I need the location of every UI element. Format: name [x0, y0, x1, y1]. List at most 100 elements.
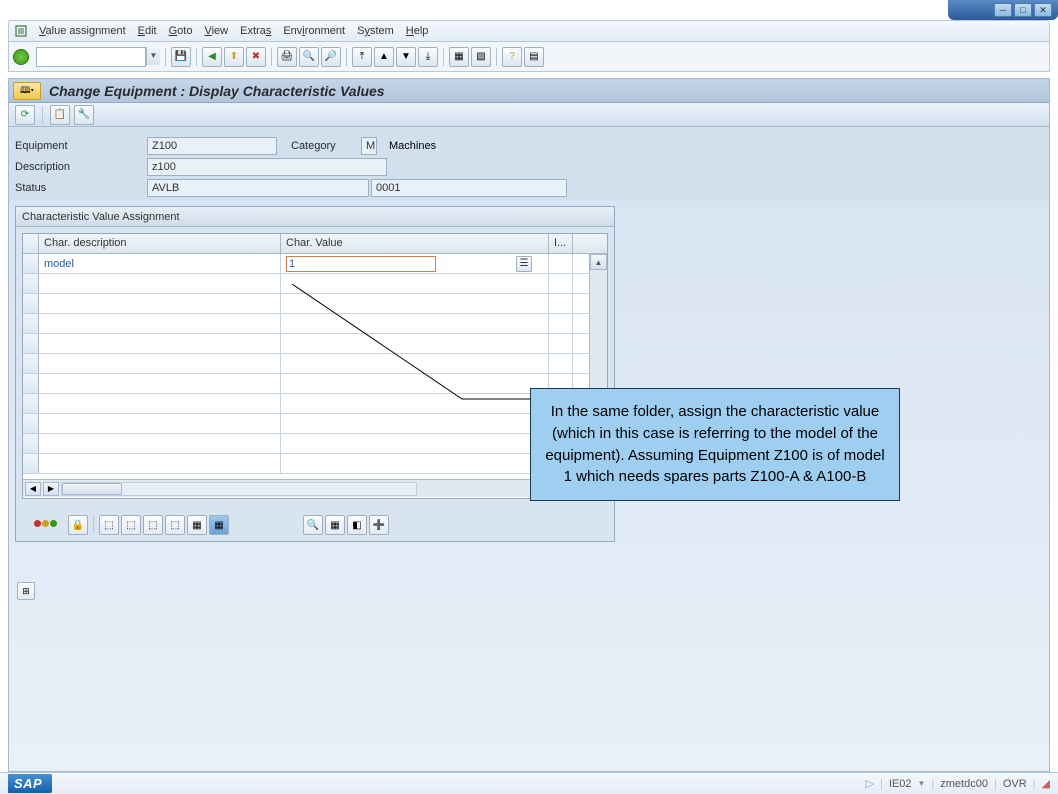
panel-button-row: 🔒 ⬚ ⬚ ⬚ ⬚ ▦ ▦ 🔍 ▦ ◧ ➕: [34, 515, 608, 535]
table-row[interactable]: [23, 394, 607, 414]
menu-help[interactable]: Help: [406, 25, 429, 37]
grid-body: model ☰: [23, 254, 607, 479]
lock-button[interactable]: 🔒: [68, 515, 88, 535]
find-button[interactable]: 🔍: [299, 47, 319, 67]
tcode-dropdown-icon[interactable]: ▼: [917, 779, 925, 788]
header-handle[interactable]: [23, 234, 39, 253]
status-system: zmetdc00: [940, 778, 988, 790]
panel-btn-2[interactable]: ⬚: [121, 515, 141, 535]
table-row[interactable]: [23, 374, 607, 394]
menu-value-assignment[interactable]: Value assignment: [39, 25, 126, 37]
find-next-button[interactable]: 🔎: [321, 47, 341, 67]
cancel-button[interactable]: ✖: [246, 47, 266, 67]
next-page-button[interactable]: ▼: [396, 47, 416, 67]
menu-view[interactable]: View: [204, 25, 228, 37]
screen-toolbar-btn-1[interactable]: 📋: [50, 105, 70, 125]
label-description: Description: [15, 161, 147, 173]
create-session-button[interactable]: ▦: [449, 47, 469, 67]
sap-window: ─ □ ✕ Value assignment Edit Goto View Ex…: [0, 0, 1058, 794]
table-row[interactable]: [23, 274, 607, 294]
status-tcode: IE02: [889, 778, 912, 790]
char-value-panel: Characteristic Value Assignment Char. de…: [15, 206, 615, 542]
table-row[interactable]: [23, 354, 607, 374]
panel-btn-1[interactable]: ⬚: [99, 515, 119, 535]
row-handle[interactable]: [23, 254, 39, 273]
panel-btn-7[interactable]: 🔍: [303, 515, 323, 535]
command-field[interactable]: [36, 47, 146, 67]
window-close-button[interactable]: ✕: [1034, 3, 1052, 17]
screen-title-icon[interactable]: 🕮▾: [13, 82, 41, 100]
generate-shortcut-button[interactable]: ▧: [471, 47, 491, 67]
panel-btn-9[interactable]: ◧: [347, 515, 367, 535]
panel-btn-8[interactable]: ▦: [325, 515, 345, 535]
h-scroll-track-left[interactable]: [61, 482, 417, 496]
first-page-button[interactable]: ⤒: [352, 47, 372, 67]
header-form: Equipment Z100 Category M Machines Descr…: [9, 127, 1049, 200]
prev-page-button[interactable]: ▲: [374, 47, 394, 67]
table-row[interactable]: [23, 414, 607, 434]
back-button[interactable]: ◀: [202, 47, 222, 67]
menu-icon[interactable]: [15, 25, 27, 37]
window-titlebar: ─ □ ✕: [948, 0, 1058, 20]
statusbar: SAP ▷ | IE02 ▼ | zmetdc00 | OVR | ◢: [0, 772, 1058, 794]
col-i[interactable]: I...: [549, 234, 573, 253]
screen-toolbar-btn-2[interactable]: 🔧: [74, 105, 94, 125]
col-char-desc[interactable]: Char. description: [39, 234, 281, 253]
save-button[interactable]: 💾: [171, 47, 191, 67]
char-grid: Char. description Char. Value I... model…: [22, 233, 608, 499]
menu-extras[interactable]: Extras: [240, 25, 271, 37]
screen-title: Change Equipment : Display Characteristi…: [49, 83, 385, 99]
help-button[interactable]: ?: [502, 47, 522, 67]
last-page-button[interactable]: ⤓: [418, 47, 438, 67]
menubar: Value assignment Edit Goto View Extras E…: [8, 20, 1050, 42]
menu-environment[interactable]: Environment: [283, 25, 345, 37]
panel-btn-4[interactable]: ⬚: [165, 515, 185, 535]
menu-goto[interactable]: Goto: [169, 25, 193, 37]
menu-system[interactable]: System: [357, 25, 394, 37]
grid-header: Char. description Char. Value I...: [23, 234, 607, 254]
scroll-up-button[interactable]: ▲: [590, 254, 607, 270]
table-row[interactable]: [23, 314, 607, 334]
row-status: Status AVLB 0001: [15, 177, 1043, 198]
refresh-button[interactable]: ⟳: [15, 105, 35, 125]
menu-edit[interactable]: Edit: [138, 25, 157, 37]
label-category: Category: [291, 140, 361, 152]
table-row[interactable]: [23, 294, 607, 314]
window-maximize-button[interactable]: □: [1014, 3, 1032, 17]
field-category[interactable]: M: [361, 137, 377, 155]
expand-button[interactable]: ⊞: [17, 582, 35, 600]
table-row[interactable]: [23, 434, 607, 454]
exit-button[interactable]: ⬆: [224, 47, 244, 67]
status-separator-icon[interactable]: ▷: [866, 777, 874, 790]
application-toolbar: ⟳ 📋 🔧: [9, 103, 1049, 127]
status-right: ▷ | IE02 ▼ | zmetdc00 | OVR | ◢: [866, 777, 1050, 790]
traffic-light-icon: [34, 515, 62, 531]
enter-icon[interactable]: [13, 49, 29, 65]
text-category: Machines: [389, 140, 436, 152]
command-dropdown[interactable]: ▼: [146, 47, 160, 65]
print-button[interactable]: 🖨: [277, 47, 297, 67]
scroll-left2-button[interactable]: ▶: [43, 482, 59, 496]
table-row[interactable]: model ☰: [23, 254, 607, 274]
standard-toolbar: ▼ 💾 ◀ ⬆ ✖ 🖨 🔍 🔎 ⤒ ▲ ▼ ⤓ ▦ ▧ ? ▤: [8, 42, 1050, 72]
table-row[interactable]: [23, 454, 607, 474]
row-equipment: Equipment Z100 Category M Machines: [15, 135, 1043, 156]
panel-btn-3[interactable]: ⬚: [143, 515, 163, 535]
row-description: Description z100: [15, 156, 1043, 177]
window-minimize-button[interactable]: ─: [994, 3, 1012, 17]
cell-i: [549, 254, 573, 273]
panel-btn-6[interactable]: ▦: [209, 515, 229, 535]
field-description[interactable]: z100: [147, 158, 387, 176]
field-equipment[interactable]: Z100: [147, 137, 277, 155]
panel-btn-10[interactable]: ➕: [369, 515, 389, 535]
char-value-input[interactable]: [286, 256, 436, 272]
cell-char-desc[interactable]: model: [39, 254, 281, 273]
table-row[interactable]: [23, 334, 607, 354]
horizontal-scrollbar[interactable]: ◀ ▶ ◀ ▶: [23, 479, 607, 497]
layout-button[interactable]: ▤: [524, 47, 544, 67]
col-char-value[interactable]: Char. Value: [281, 234, 549, 253]
scroll-left-button[interactable]: ◀: [25, 482, 41, 496]
value-help-button[interactable]: ☰: [516, 256, 532, 272]
panel-btn-5[interactable]: ▦: [187, 515, 207, 535]
status-mode: OVR: [1003, 778, 1027, 790]
